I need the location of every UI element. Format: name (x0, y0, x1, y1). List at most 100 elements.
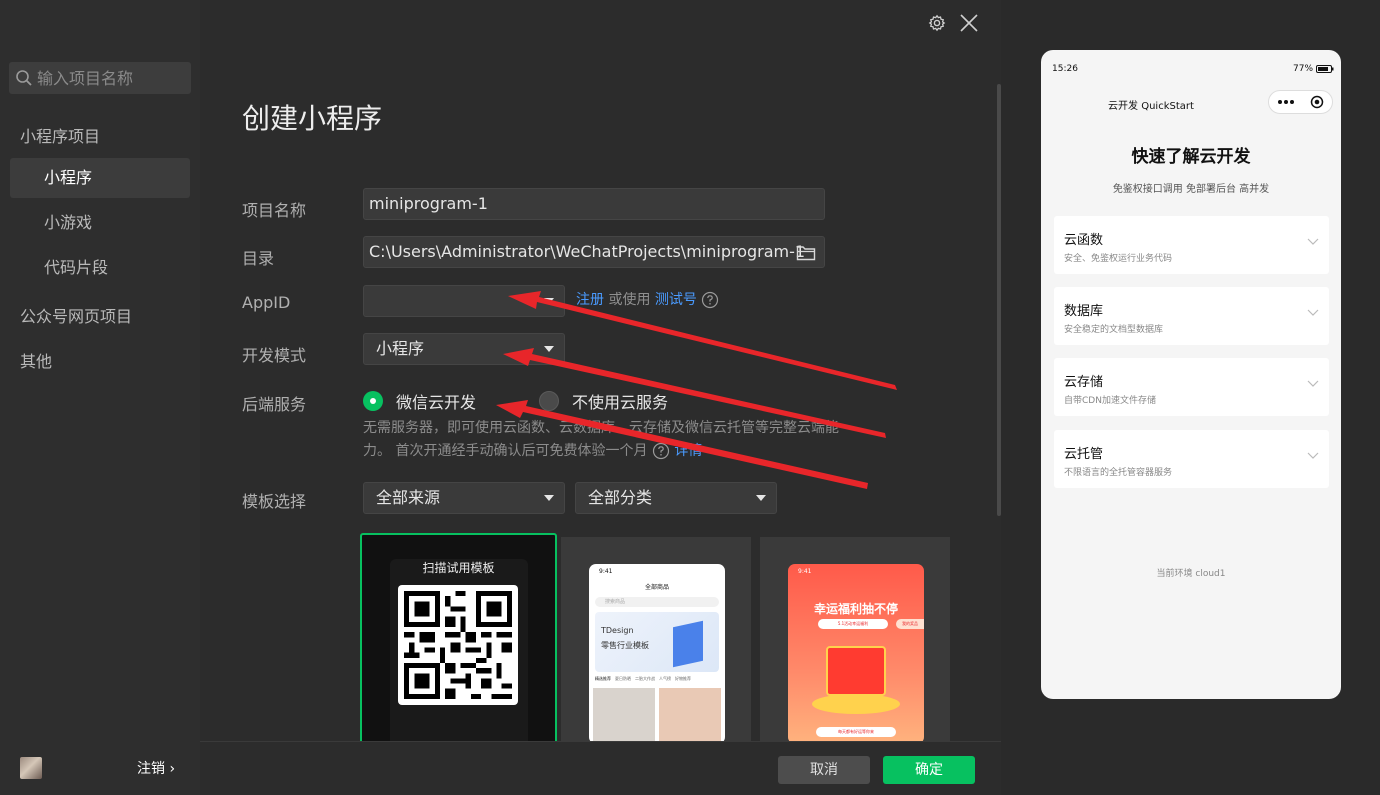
dev-mode-value: 小程序 (376, 339, 425, 358)
backend-description: 无需服务器，即可使用云函数、云数据库、云存储及微信云托管等完整云端能 力。 首次… (363, 417, 843, 463)
qr-code-graphic (404, 591, 512, 699)
retail-logo-shape (673, 620, 703, 668)
folder-icon[interactable] (796, 245, 816, 261)
logout-label: 注销 (137, 761, 165, 777)
lottery-status-time: 9:41 (798, 568, 812, 575)
backend-label: 后端服务 (242, 395, 307, 414)
help-icon[interactable] (701, 291, 719, 309)
dev-mode-label: 开发模式 (242, 346, 307, 365)
gift-stage-shape (812, 694, 900, 714)
sidebar: 小程序项目 小程序 小游戏 代码片段 公众号网页项目 其他 注销 › (0, 0, 200, 795)
preview-card-database[interactable]: 数据库 安全稳定的文档型数据库 (1054, 287, 1329, 345)
lottery-headline: 幸运福利抽不停 (813, 602, 898, 616)
template-label: 模板选择 (242, 492, 307, 511)
retail-tab: 二胎大作战 (635, 676, 655, 681)
confirm-button[interactable]: 确定 (883, 756, 975, 784)
close-icon[interactable] (958, 12, 980, 34)
card-desc: 不限语言的全托管容器服务 (1064, 468, 1173, 478)
retail-subtitle: 零售行业模板 (601, 641, 649, 650)
preview-card-cloud-function[interactable]: 云函数 安全、免鉴权运行业务代码 (1054, 216, 1329, 274)
directory-label: 目录 (242, 249, 275, 268)
sidebar-item-code-snippet[interactable]: 代码片段 (10, 248, 190, 288)
register-link[interactable]: 注册 (576, 292, 604, 308)
caret-down-icon (544, 298, 554, 304)
sidebar-item-miniprogram[interactable]: 小程序 (10, 158, 190, 198)
card-title: 云函数 (1064, 233, 1104, 248)
retail-header: 全部商品 (644, 584, 669, 591)
appid-select[interactable] (363, 285, 565, 317)
appid-links: 注册 或使用 测试号 (576, 289, 719, 309)
or-use-text: 或使用 (608, 292, 651, 308)
radio-off-icon (539, 391, 559, 411)
main-panel: 创建小程序 项目名称 miniprogram-1 目录 C:\Users\Adm… (200, 0, 1001, 795)
appid-label: AppID (242, 293, 291, 312)
test-account-link[interactable]: 测试号 (655, 292, 697, 308)
chevron-down-icon (1307, 452, 1319, 459)
battery-icon (1316, 65, 1334, 73)
radio-no-cloud[interactable]: 不使用云服务 (539, 389, 668, 413)
help-icon[interactable] (652, 442, 670, 460)
lottery-pill: 5.1活动幸运福利 (818, 619, 888, 629)
more-icon[interactable] (1277, 99, 1295, 105)
search-box[interactable] (9, 62, 191, 94)
card-desc: 自带CDN加速文件存储 (1064, 396, 1156, 406)
dev-mode-select[interactable]: 小程序 (363, 333, 565, 365)
preview-subheading: 免鉴权接口调用 免部署后台 高并发 (1112, 184, 1270, 195)
preview-card-cloud-hosting[interactable]: 云托管 不限语言的全托管容器服务 (1054, 430, 1329, 488)
retail-tab: 好物推荐 (675, 676, 691, 681)
retail-product-image (659, 688, 721, 742)
retail-status-time: 9:41 (599, 568, 613, 575)
lottery-footer: 每天都有好运等你来 (816, 727, 896, 737)
backend-desc-line1: 无需服务器，即可使用云函数、云数据库、云存储及微信云托管等完整云端能 (363, 420, 839, 436)
preview-card-storage[interactable]: 云存储 自带CDN加速文件存储 (1054, 358, 1329, 416)
gift-box-shape (826, 646, 886, 696)
window-controls (928, 12, 980, 34)
retail-tab: 精选推荐 (595, 676, 611, 681)
battery-percent: 77% (1293, 64, 1314, 74)
sidebar-group-miniprogram[interactable]: 小程序项目 (20, 123, 100, 147)
close-miniprogram-icon[interactable] (1310, 95, 1324, 109)
qr-title: 扫描试用模板 (422, 561, 495, 575)
preview-heading: 快速了解云开发 (1131, 147, 1251, 167)
page-title: 创建小程序 (242, 102, 383, 135)
lottery-phone: 9:41 幸运福利抽不停 5.1活动幸运福利 我的奖品 每天都有好运等你来 (788, 564, 924, 742)
cancel-button[interactable]: 取消 (778, 756, 870, 784)
retail-search: 搜索商品 (595, 597, 719, 607)
lottery-side-tag: 我的奖品 (896, 619, 924, 629)
template-source-select[interactable]: 全部来源 (363, 482, 565, 514)
retail-tab: 人气榜 (659, 676, 671, 681)
details-link[interactable]: 详情 (674, 443, 702, 459)
template-category-select[interactable]: 全部分类 (575, 482, 777, 514)
caret-down-icon (756, 495, 766, 501)
template-card-retail[interactable]: 9:41 全部商品 搜索商品 TDesign 零售行业模板 精选推荐 夏日防晒 … (561, 537, 751, 742)
phone-preview: 15:26 77% 云开发 QuickStart 快速了解云开发 免鉴权接口调用… (1041, 50, 1341, 699)
capsule-menu[interactable] (1268, 90, 1333, 114)
status-battery: 77% (1293, 64, 1334, 74)
radio-wechat-cloud[interactable]: 微信云开发 (363, 389, 476, 413)
card-desc: 安全、免鉴权运行业务代码 (1064, 254, 1173, 264)
sidebar-group-other[interactable]: 其他 (20, 348, 52, 372)
directory-value: C:\Users\Administrator\WeChatProjects\mi… (369, 242, 806, 261)
sidebar-group-official-account[interactable]: 公众号网页项目 (20, 303, 132, 327)
directory-input[interactable]: C:\Users\Administrator\WeChatProjects\mi… (363, 236, 825, 268)
caret-down-icon (544, 346, 554, 352)
radio-no-cloud-label: 不使用云服务 (572, 393, 669, 412)
search-input[interactable] (37, 68, 177, 88)
dialog-footer: 取消 确定 (200, 741, 1001, 795)
gear-icon[interactable] (928, 14, 946, 32)
sidebar-item-minigame[interactable]: 小游戏 (10, 203, 190, 243)
project-name-input[interactable]: miniprogram-1 (363, 188, 825, 220)
retail-tab: 夏日防晒 (615, 676, 631, 681)
chevron-right-icon: › (169, 761, 176, 777)
template-card-qr[interactable]: 扫描试用模板 (360, 533, 557, 748)
card-desc: 安全稳定的文档型数据库 (1064, 325, 1164, 335)
template-source-value: 全部来源 (376, 488, 441, 507)
retail-product-image (593, 688, 655, 742)
logout-button[interactable]: 注销 › (137, 758, 175, 778)
card-title: 数据库 (1064, 304, 1104, 319)
retail-phone: 9:41 全部商品 搜索商品 TDesign 零售行业模板 精选推荐 夏日防晒 … (589, 564, 725, 742)
avatar[interactable] (20, 757, 42, 779)
template-card-lottery[interactable]: 9:41 幸运福利抽不停 5.1活动幸运福利 我的奖品 每天都有好运等你来 (760, 537, 950, 742)
project-name-label: 项目名称 (242, 201, 307, 220)
card-title: 云托管 (1064, 447, 1104, 462)
